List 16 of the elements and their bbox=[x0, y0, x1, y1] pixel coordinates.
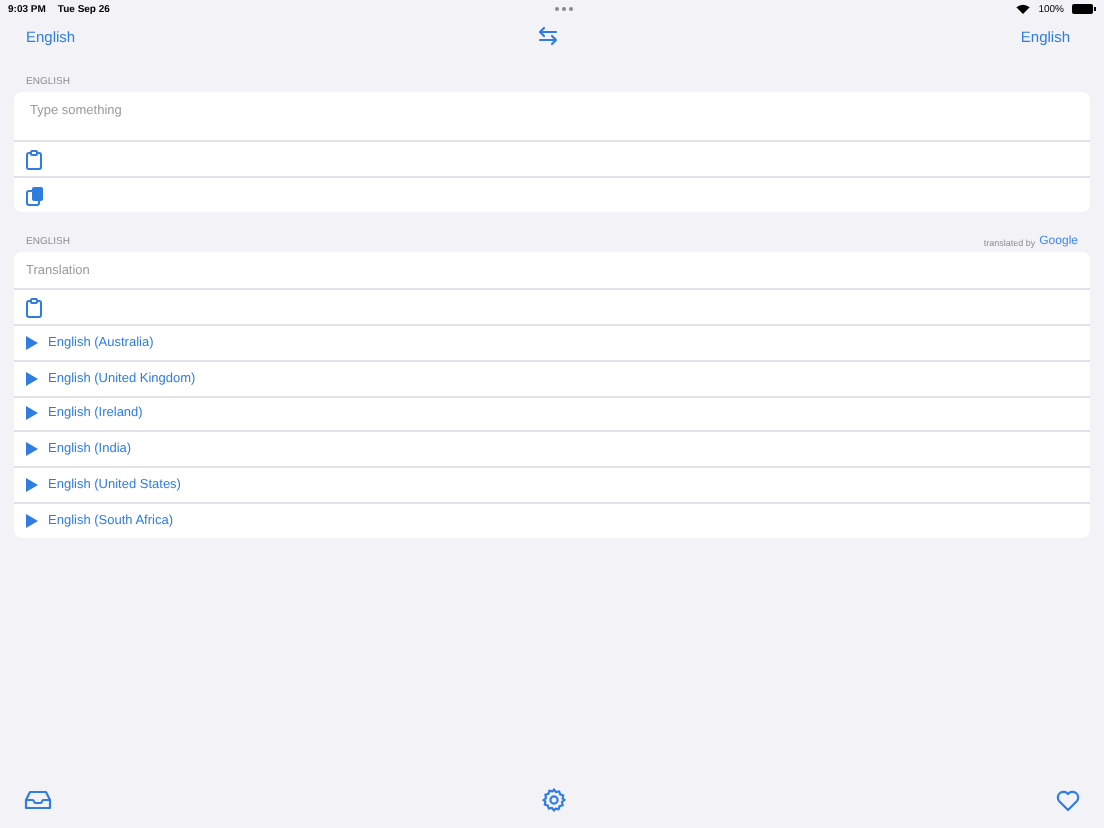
paste-icon[interactable] bbox=[26, 149, 42, 169]
play-icon[interactable] bbox=[26, 442, 38, 457]
heart-icon[interactable] bbox=[1056, 789, 1080, 811]
play-icon[interactable] bbox=[26, 406, 38, 421]
battery-icon bbox=[1072, 4, 1097, 14]
wifi-icon bbox=[1016, 4, 1031, 14]
play-icon[interactable] bbox=[26, 371, 38, 386]
settings-icon[interactable] bbox=[542, 788, 566, 812]
play-icon[interactable] bbox=[26, 335, 38, 350]
multitask-dots-icon bbox=[553, 6, 574, 12]
paste-icon[interactable] bbox=[26, 297, 42, 317]
play-icon[interactable] bbox=[26, 478, 38, 493]
play-icon[interactable] bbox=[26, 513, 38, 528]
swap-icon[interactable] bbox=[538, 26, 558, 46]
copy-icon[interactable] bbox=[26, 185, 44, 205]
inbox-icon[interactable] bbox=[24, 790, 52, 810]
